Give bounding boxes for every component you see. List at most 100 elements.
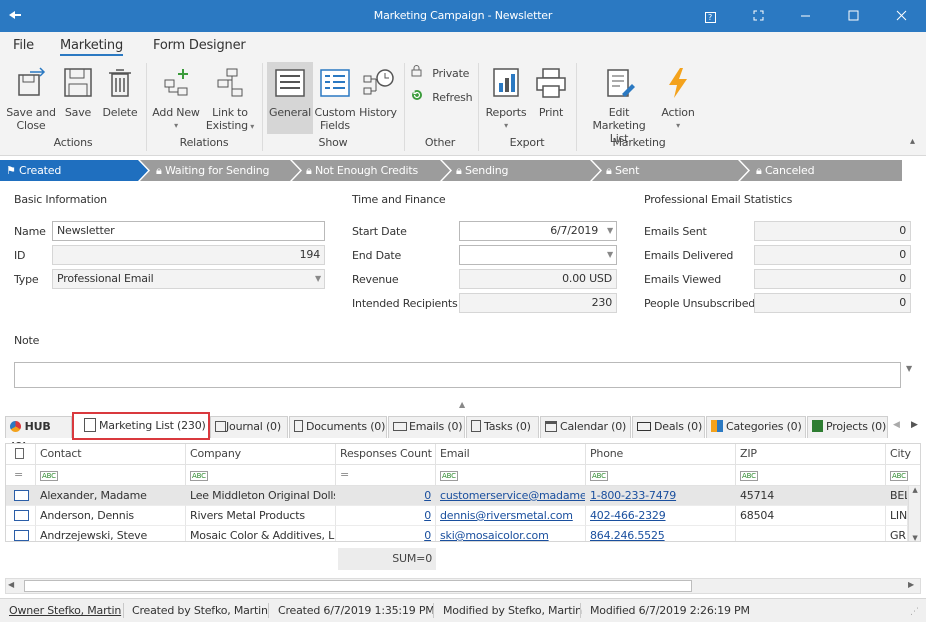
add-new-button[interactable]: Add New ▾ [151,66,201,132]
stage-not-enough-credits[interactable]: 🔒︎ Not Enough Credits [306,160,418,181]
private-button[interactable]: Private [411,65,473,80]
cell-company[interactable]: Mosaic Color & Additives, LLC [186,526,336,541]
grid-vertical-scrollbar[interactable]: ▲ ▼ [908,486,920,541]
tab-scroll-right-icon[interactable]: ▶ [911,420,918,430]
refresh-button[interactable]: Refresh [411,89,473,104]
end-date-field[interactable]: ▼ [459,245,617,265]
cell-responses[interactable]: 0 [336,526,436,541]
help-icon[interactable]: ? [697,4,723,28]
tab-documents[interactable]: Documents (0) [289,416,387,438]
cell-city[interactable]: LIN [886,506,908,526]
scroll-left-icon[interactable]: ◀ [8,580,14,589]
cell-responses[interactable]: 0 [336,506,436,526]
cell-zip[interactable]: 68504 [736,506,886,526]
menu-form-designer[interactable]: Form Designer [153,38,246,53]
collapse-ribbon-icon[interactable]: ▴ [910,136,915,147]
cell-company[interactable]: Lee Middleton Original Dolls ... [186,486,336,506]
filter-responses[interactable]: = [336,465,436,486]
stage-created[interactable]: ⚑ Created [6,160,61,181]
cell-contact[interactable]: Andrzejewski, Steve [36,526,186,541]
filter-email[interactable]: ABC [436,465,586,486]
column-header-contact[interactable]: Contact [36,444,186,465]
tab-tasks[interactable]: Tasks (0) [466,416,539,438]
edit-marketing-list-button[interactable]: Edit Marketing List [582,66,656,145]
fullscreen-icon[interactable] [745,4,771,28]
scroll-thumb[interactable] [24,580,692,592]
tab-projects[interactable]: Projects (0) [807,416,888,438]
filter-zip[interactable]: ABC [736,465,886,486]
stage-sent[interactable]: 🔒︎ Sent [606,160,639,181]
cell-phone[interactable]: 864.246.5525 [586,526,736,541]
stage-canceled[interactable]: 🔒︎ Canceled [756,160,815,181]
cell-email[interactable]: dennis@riversmetal.com [436,506,586,526]
menu-file[interactable]: File [13,38,34,53]
cell-email[interactable]: ski@mosaicolor.com [436,526,586,541]
column-header-email[interactable]: Email [436,444,586,465]
minimize-icon[interactable] [792,4,818,28]
reports-button[interactable]: Reports ▾ [484,66,528,132]
splitter-handle-icon[interactable]: ▲ [459,400,465,409]
filter-phone[interactable]: ABC [586,465,736,486]
tab-marketing-list[interactable]: Marketing List (230) [72,412,210,440]
cell-city[interactable]: BEL [886,486,908,506]
column-header-phone[interactable]: Phone [586,444,736,465]
column-header-city[interactable]: City [886,444,920,465]
cell-email[interactable]: customerservice@madamea... [436,486,586,506]
chevron-down-icon[interactable]: ▼ [607,246,613,264]
stage-sending[interactable]: 🔒︎ Sending [456,160,508,181]
grid-horizontal-scrollbar[interactable]: ◀ ▶ [5,578,921,594]
cell-phone[interactable]: 402-466-2329 [586,506,736,526]
tab-calendar[interactable]: Calendar (0) [540,416,631,438]
save-and-close-button[interactable]: Save and Close [4,66,58,132]
delete-button[interactable]: Delete [100,66,140,119]
scroll-down-icon[interactable]: ▼ [909,534,920,541]
contact-card-icon [6,486,36,506]
scroll-down-icon[interactable]: ▼ [906,364,912,373]
tab-scroll-left-icon[interactable]: ◀ [893,420,900,430]
stage-waiting-for-sending[interactable]: 🔒︎ Waiting for Sending [156,160,269,181]
name-field[interactable]: Newsletter [52,221,325,241]
cell-contact[interactable]: Alexander, Madame [36,486,186,506]
column-header-responses[interactable]: Responses Count [336,444,436,465]
filter-contact[interactable]: ABC [36,465,186,486]
action-button[interactable]: Action ▾ [658,66,698,132]
resize-grip-icon[interactable]: ⋰ [910,607,919,617]
column-header-company[interactable]: Company [186,444,336,465]
scroll-up-icon[interactable]: ▲ [909,486,920,494]
history-button[interactable]: History [357,66,399,119]
tab-deals[interactable]: Deals (0) [632,416,705,438]
custom-fields-button[interactable]: Custom Fields [314,66,356,132]
cell-responses[interactable]: 0 [336,486,436,506]
cell-zip[interactable] [736,526,886,541]
cell-phone[interactable]: 1-800-233-7479 [586,486,736,506]
print-button[interactable]: Print [532,66,570,119]
filter-company[interactable]: ABC [186,465,336,486]
filter-city[interactable]: ABC [886,465,920,486]
scroll-right-icon[interactable]: ▶ [908,580,914,589]
column-header-zip[interactable]: ZIP [736,444,886,465]
menu-marketing[interactable]: Marketing [60,38,123,56]
start-date-field[interactable]: 6/7/2019 ▼ [459,221,617,241]
status-separator [433,603,434,618]
custom-fields-icon [320,69,350,97]
type-select[interactable]: Professional Email ▼ [52,269,325,289]
cell-contact[interactable]: Anderson, Dennis [36,506,186,526]
owner-link[interactable]: Owner Stefko, Martin [9,604,121,617]
save-button[interactable]: Save [60,66,96,119]
tab-categories[interactable]: Categories (0) [706,416,806,438]
tab-journal[interactable]: Journal (0) [210,416,288,438]
print-label: Print [538,106,564,119]
tab-emails[interactable]: Emails (0) [388,416,465,438]
cell-company[interactable]: Rivers Metal Products [186,506,336,526]
general-button[interactable]: General [267,62,313,134]
cell-city[interactable]: GR [886,526,908,541]
note-field[interactable] [14,362,901,388]
tab-hub[interactable]: HUB (0) [5,416,72,453]
chevron-down-icon[interactable]: ▼ [607,222,613,240]
filter-abc-icon: ABC [40,471,58,481]
close-icon[interactable] [888,4,914,28]
row-indicator-header[interactable] [6,444,36,465]
cell-zip[interactable]: 45714 [736,486,886,506]
link-to-existing-button[interactable]: Link to Existing ▾ [204,66,256,133]
maximize-icon[interactable] [840,4,866,28]
